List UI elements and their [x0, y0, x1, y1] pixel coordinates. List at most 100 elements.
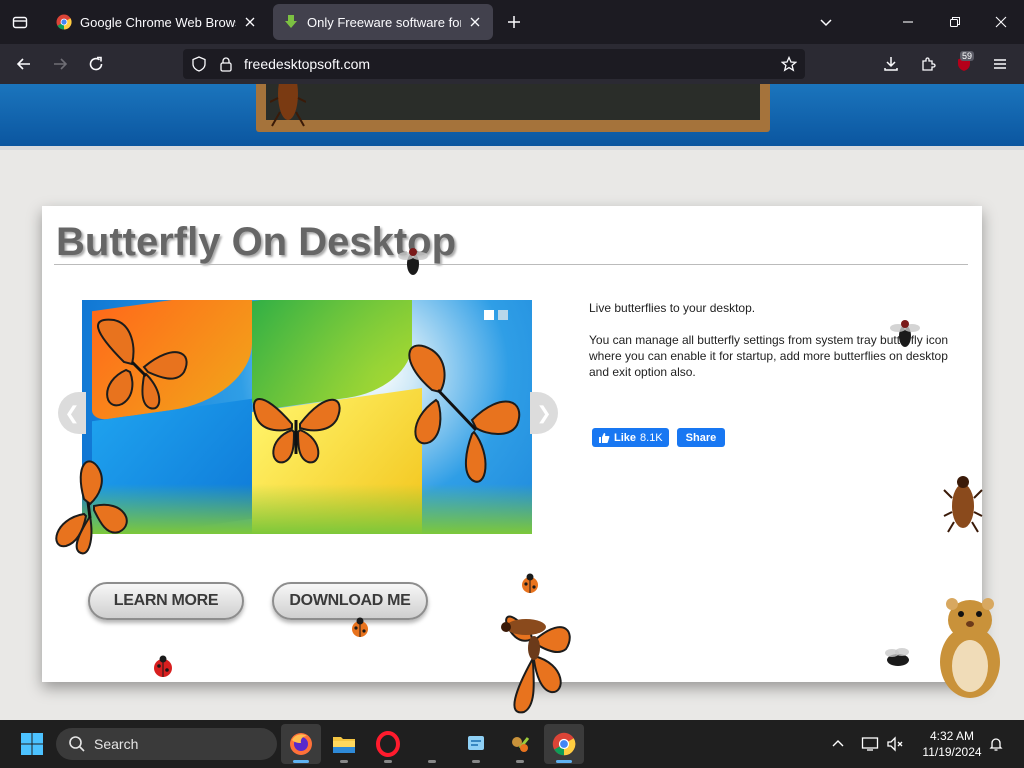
taskbar-file-explorer[interactable] — [324, 724, 364, 764]
extension-badge: 59 — [960, 51, 975, 61]
chevron-up-icon — [832, 740, 844, 747]
clock-date: 11/19/2024 — [922, 745, 982, 759]
slide-dot[interactable] — [498, 310, 508, 320]
plus-icon — [508, 16, 520, 28]
taskbar-firefox[interactable] — [281, 724, 321, 764]
close-window-button[interactable] — [987, 8, 1015, 36]
cockroach-image — [270, 84, 306, 127]
search-icon — [69, 736, 85, 752]
butterfly-image — [252, 398, 341, 464]
chevron-right-icon: ❯ — [536, 402, 552, 423]
extensions-button[interactable] — [914, 50, 942, 78]
learn-more-button[interactable]: LEARN MORE — [88, 582, 244, 620]
search-placeholder: Search — [94, 736, 139, 752]
menu-button[interactable] — [986, 50, 1014, 78]
downloads-button[interactable] — [877, 50, 905, 78]
back-button[interactable] — [10, 50, 38, 78]
site-header — [0, 84, 1024, 146]
cockroach-image — [943, 476, 983, 533]
fly-image — [398, 248, 428, 275]
chrome-icon — [56, 14, 72, 30]
taskbar-search[interactable]: Search — [56, 728, 277, 760]
taskbar-app2[interactable] — [500, 724, 540, 764]
windows-logo-icon — [21, 733, 43, 755]
app2-icon — [512, 737, 530, 752]
file-explorer-icon — [333, 737, 355, 753]
like-label: Like — [614, 431, 637, 444]
web-page: Butterfly On Desktop ❮ ❯ Live butterflie… — [0, 84, 1024, 720]
restore-icon — [950, 17, 960, 27]
chevron-down-icon — [820, 19, 832, 27]
list-all-tabs-button[interactable] — [814, 10, 838, 34]
tray-display[interactable] — [860, 734, 880, 754]
ladybug-image — [352, 617, 368, 637]
tab-close-button[interactable] — [242, 14, 258, 30]
slider-prev-button[interactable]: ❮ — [58, 392, 86, 434]
close-icon — [245, 17, 255, 27]
tab-title: Only Freeware software for you — [307, 14, 461, 30]
taskbar-opera[interactable] — [368, 724, 408, 764]
download-arrow-icon — [285, 15, 297, 28]
tab-close-button[interactable] — [467, 14, 483, 30]
taskbar-notepad[interactable] — [456, 724, 496, 764]
notepad-icon — [468, 736, 484, 750]
tab-title: Google Chrome Web Browser — [80, 14, 236, 30]
monitor-icon — [861, 737, 879, 751]
facebook-share-button[interactable]: Share — [676, 428, 726, 447]
slide-dot[interactable] — [484, 310, 494, 320]
firefox-icon — [290, 733, 312, 755]
taskbar-app[interactable] — [412, 724, 452, 764]
facebook-widget: Like 8.1K Share — [592, 428, 726, 447]
opera-icon — [376, 731, 400, 757]
thumbs-up-icon — [599, 432, 610, 443]
clock-time: 4:32 AM — [929, 729, 975, 743]
cockroach-image — [501, 619, 546, 635]
bookmark-star-icon[interactable] — [781, 56, 797, 72]
ladybug-image — [522, 573, 538, 593]
shield-icon[interactable] — [191, 56, 207, 72]
address-bar[interactable]: freedesktopsoft.com — [183, 49, 805, 79]
butterfly-image — [408, 344, 521, 483]
facebook-like-button[interactable]: Like 8.1K — [592, 428, 669, 447]
hamburger-menu-icon — [994, 59, 1006, 69]
firefox-view-icon — [12, 16, 28, 29]
butterfly-image — [55, 460, 128, 555]
slider-dots[interactable] — [484, 310, 508, 320]
chevron-left-icon: ❮ — [64, 402, 80, 423]
butterfly-image — [505, 615, 571, 714]
new-tab-button[interactable] — [502, 10, 526, 34]
slider-next-button[interactable]: ❯ — [530, 392, 558, 434]
fly-image — [890, 320, 920, 347]
like-count: 8.1K — [640, 431, 663, 444]
butterfly-image — [97, 318, 188, 410]
image-slider[interactable] — [82, 300, 532, 534]
restore-button[interactable] — [941, 8, 969, 36]
download-icon — [884, 57, 898, 71]
taskbar-chrome[interactable] — [544, 724, 584, 764]
hamster-image — [940, 598, 1000, 698]
forward-button[interactable] — [46, 50, 74, 78]
tab-freeware[interactable]: Only Freeware software for you — [273, 4, 493, 40]
download-button[interactable]: DOWNLOAD ME — [272, 582, 428, 620]
tray-volume[interactable] — [885, 734, 905, 754]
firefox-view-button[interactable] — [6, 8, 34, 36]
bell-icon — [989, 738, 1003, 751]
tab-google-chrome[interactable]: Google Chrome Web Browser — [46, 4, 268, 40]
speaker-muted-icon — [887, 736, 903, 752]
close-icon — [470, 17, 480, 27]
start-button[interactable] — [20, 732, 44, 756]
arrow-right-icon — [54, 58, 68, 70]
taskbar-clock[interactable]: 4:32 AM 11/19/2024 — [912, 728, 992, 760]
title-divider — [54, 264, 968, 265]
windows-taskbar: Search 4:32 AM 11/19/2024 — [0, 720, 1024, 768]
header-chalkboard — [256, 84, 770, 132]
notifications-button[interactable] — [986, 734, 1006, 754]
navigation-toolbar: freedesktopsoft.com 59 — [0, 44, 1024, 84]
chrome-icon — [552, 732, 576, 756]
minimize-button[interactable] — [894, 8, 922, 36]
lock-icon[interactable] — [218, 56, 234, 72]
minimize-icon — [903, 21, 913, 23]
url-text: freedesktopsoft.com — [244, 56, 371, 72]
tray-overflow-button[interactable] — [828, 734, 848, 754]
reload-button[interactable] — [82, 50, 110, 78]
